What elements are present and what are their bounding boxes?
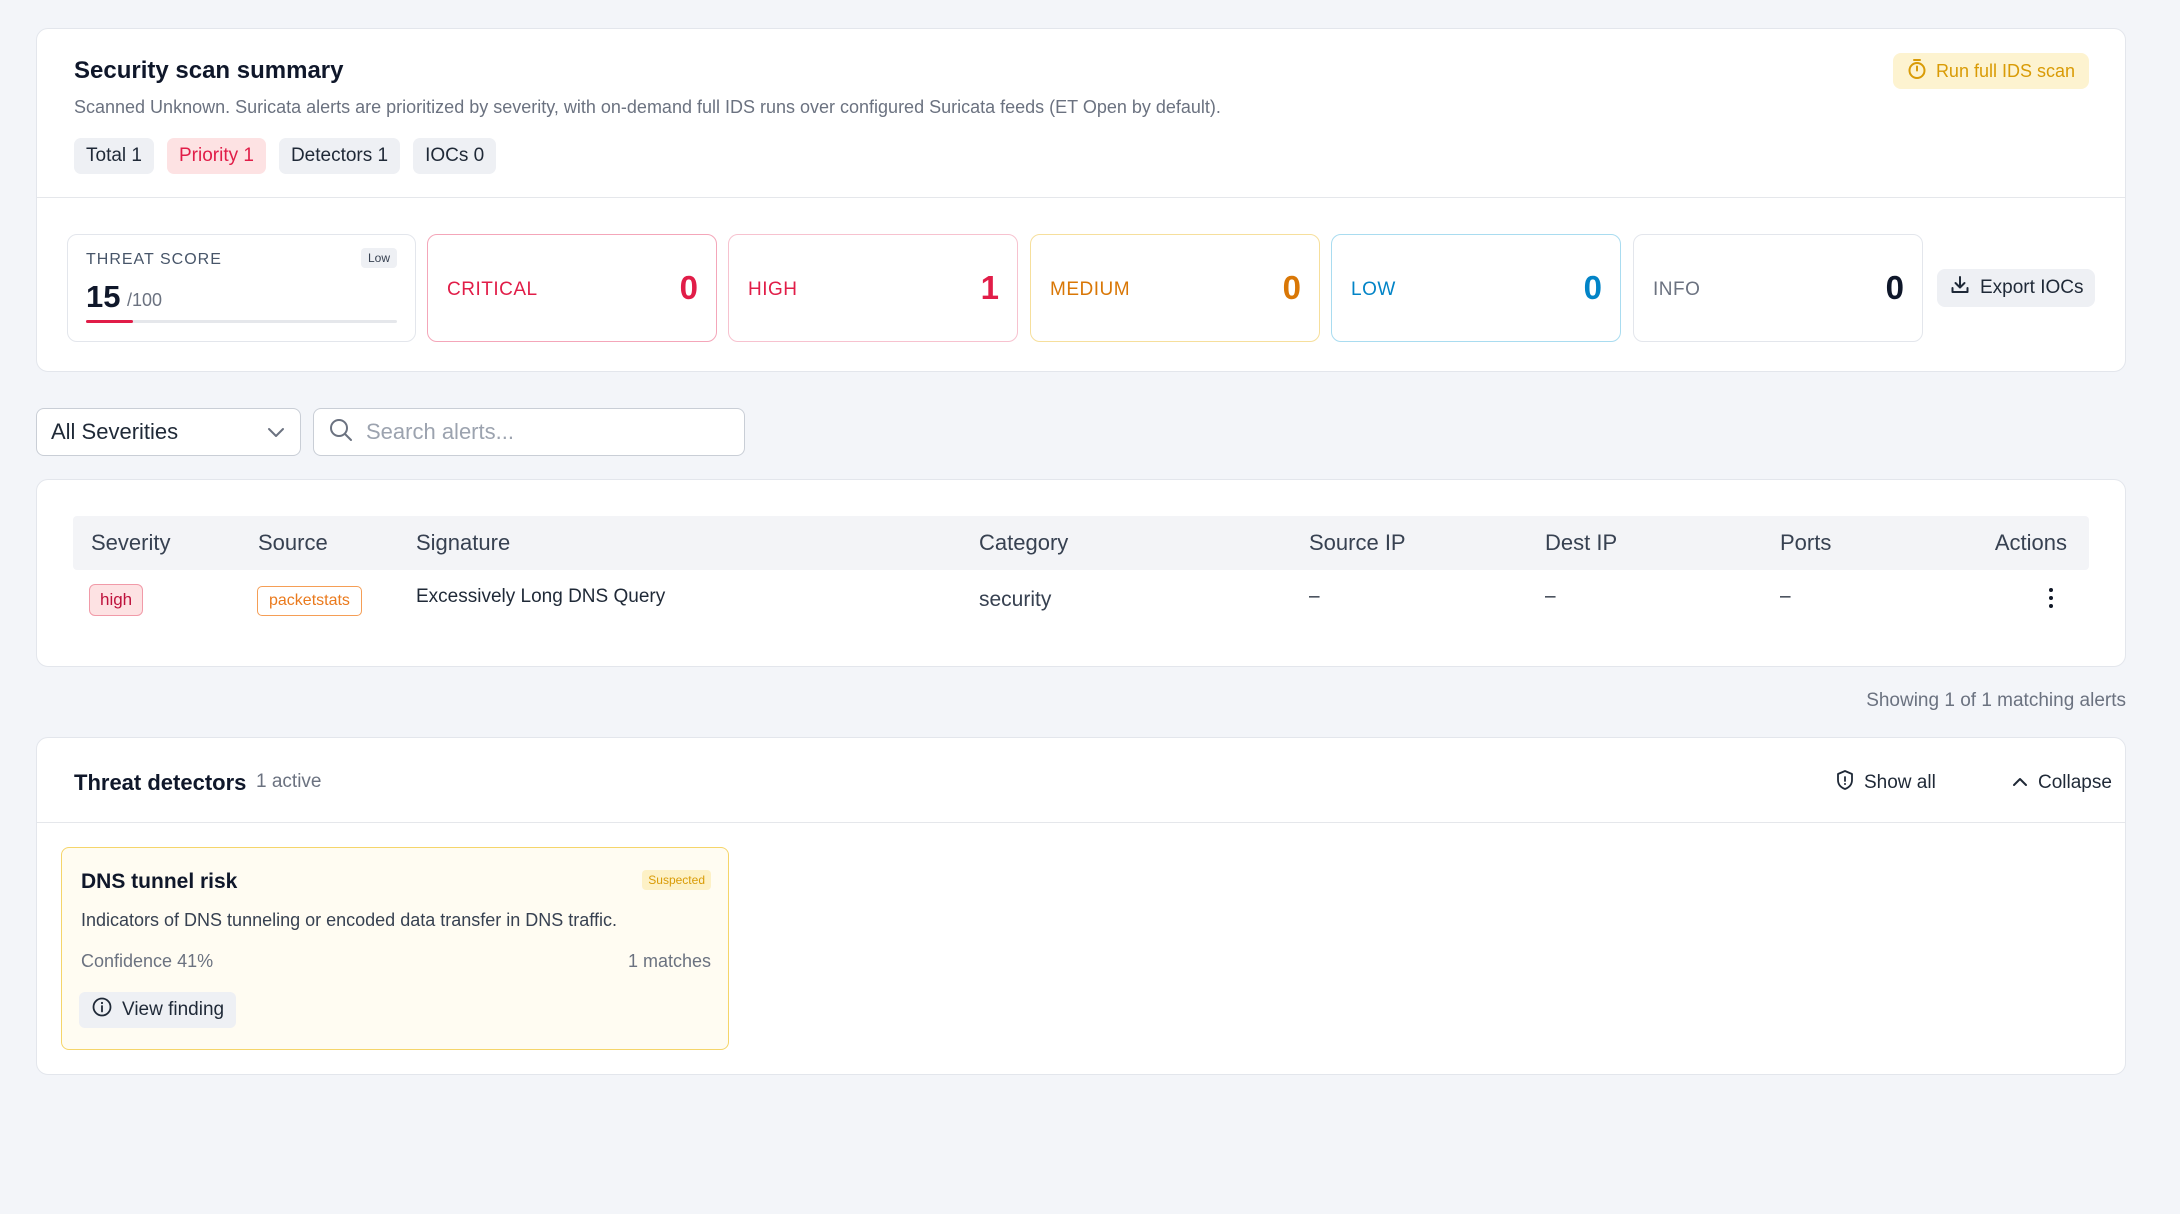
info-count-card[interactable]: INFO 0 bbox=[1633, 234, 1923, 342]
search-icon bbox=[328, 417, 354, 448]
threat-score-label: THREAT SCORE bbox=[86, 251, 222, 268]
timer-icon bbox=[1907, 58, 1927, 85]
run-ids-scan-label: Run full IDS scan bbox=[1935, 60, 2075, 81]
detectors-active-count: 1 active bbox=[256, 771, 322, 792]
export-iocs-button[interactable]: Export IOCs bbox=[1937, 269, 2096, 307]
summary-divider bbox=[37, 197, 2125, 198]
info-value: 0 bbox=[1885, 269, 1904, 306]
iocs-chip: IOCs 0 bbox=[413, 138, 497, 174]
threat-score-max: /100 bbox=[127, 290, 163, 310]
critical-count-card[interactable]: CRITICAL 0 bbox=[427, 234, 717, 342]
summary-description: Scanned Unknown. Suricata alerts are pri… bbox=[74, 97, 1221, 117]
summary-chips: Total 1 Priority 1 Detectors 1 IOCs 0 bbox=[74, 138, 497, 174]
header-signature[interactable]: Signature bbox=[416, 530, 510, 556]
signature-cell: Excessively Long DNS Query bbox=[416, 586, 666, 607]
threat-score-bar bbox=[86, 320, 397, 323]
low-count-card[interactable]: LOW 0 bbox=[1331, 234, 1621, 342]
high-label: HIGH bbox=[748, 279, 798, 300]
source-ip-cell: – bbox=[1309, 586, 1320, 607]
detector-card: DNS tunnel risk Suspected Indicators of … bbox=[61, 847, 729, 1050]
threat-score-value: 15 bbox=[86, 279, 121, 314]
header-severity[interactable]: Severity bbox=[91, 530, 170, 556]
severity-badge: high bbox=[89, 584, 144, 616]
detector-confidence: Confidence 41% bbox=[81, 951, 214, 971]
row-actions-menu-icon[interactable] bbox=[2039, 584, 2063, 612]
critical-label: CRITICAL bbox=[447, 279, 538, 300]
severity-filter-select[interactable]: All Severities bbox=[36, 408, 301, 456]
high-value: 1 bbox=[980, 269, 999, 306]
view-finding-button[interactable]: View finding bbox=[79, 992, 237, 1028]
medium-label: MEDIUM bbox=[1050, 279, 1131, 300]
info-icon bbox=[91, 996, 113, 1024]
table-header: Severity Source Signature Category Sourc… bbox=[73, 516, 2089, 570]
threat-score-fill bbox=[86, 320, 133, 323]
detector-matches: 1 matches bbox=[627, 951, 711, 971]
high-count-card[interactable]: HIGH 1 bbox=[728, 234, 1018, 342]
medium-value: 0 bbox=[1282, 269, 1301, 306]
scan-summary-card: Security scan summary Scanned Unknown. S… bbox=[36, 28, 2126, 372]
shield-icon bbox=[1835, 769, 1855, 797]
chevron-down-icon bbox=[266, 419, 286, 445]
header-source[interactable]: Source bbox=[258, 530, 328, 556]
header-dest-ip[interactable]: Dest IP bbox=[1545, 530, 1617, 556]
threat-score-panel: THREAT SCORE Low 15 /100 bbox=[67, 234, 416, 342]
priority-chip: Priority 1 bbox=[166, 138, 266, 174]
critical-value: 0 bbox=[679, 269, 698, 306]
detector-status-badge: Suspected bbox=[642, 870, 711, 890]
threat-detectors-card: Threat detectors 1 active Show all Colla… bbox=[36, 737, 2126, 1075]
show-all-label: Show all bbox=[1864, 772, 1936, 793]
header-source-ip[interactable]: Source IP bbox=[1309, 530, 1406, 556]
search-input[interactable] bbox=[366, 419, 726, 445]
alerts-table-card: Severity Source Signature Category Sourc… bbox=[36, 479, 2126, 667]
download-icon bbox=[1949, 274, 1971, 302]
chevron-up-icon bbox=[2011, 772, 2029, 794]
medium-count-card[interactable]: MEDIUM 0 bbox=[1030, 234, 1320, 342]
header-ports[interactable]: Ports bbox=[1780, 530, 1831, 556]
low-value: 0 bbox=[1583, 269, 1602, 306]
detector-title: DNS tunnel risk bbox=[81, 870, 238, 893]
export-iocs-label: Export IOCs bbox=[1980, 277, 2084, 298]
dest-ip-cell: – bbox=[1545, 586, 1556, 607]
detector-description: Indicators of DNS tunneling or encoded d… bbox=[81, 910, 617, 930]
collapse-label: Collapse bbox=[2038, 772, 2112, 793]
severity-filter-value: All Severities bbox=[51, 419, 179, 444]
ports-cell: – bbox=[1780, 586, 1791, 607]
category-cell: security bbox=[979, 588, 1052, 611]
show-all-button[interactable]: Show all bbox=[1835, 766, 1936, 800]
detectors-chip: Detectors 1 bbox=[278, 138, 401, 174]
info-label: INFO bbox=[1653, 279, 1701, 300]
header-actions: Actions bbox=[1994, 530, 2067, 555]
summary-title: Security scan summary bbox=[74, 57, 344, 84]
detectors-title: Threat detectors bbox=[74, 770, 247, 795]
low-label: LOW bbox=[1351, 279, 1396, 300]
run-ids-scan-button[interactable]: Run full IDS scan bbox=[1892, 53, 2089, 89]
detectors-divider bbox=[37, 822, 2125, 823]
total-chip: Total 1 bbox=[74, 138, 154, 174]
threat-level-badge: Low bbox=[360, 248, 397, 268]
search-field[interactable] bbox=[313, 408, 745, 456]
results-count: Showing 1 of 1 matching alerts bbox=[1866, 690, 2126, 711]
collapse-button[interactable]: Collapse bbox=[2011, 766, 2112, 800]
view-finding-label: View finding bbox=[122, 999, 225, 1020]
source-badge: packetstats bbox=[257, 586, 362, 616]
header-category[interactable]: Category bbox=[979, 530, 1068, 556]
